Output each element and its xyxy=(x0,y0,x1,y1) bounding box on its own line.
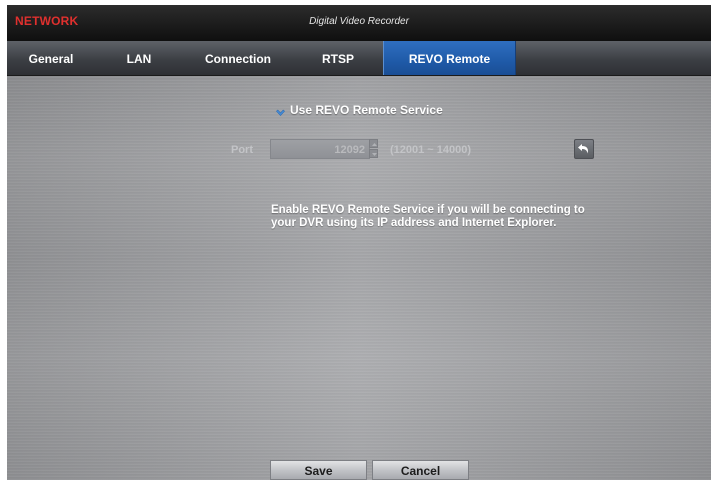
check-icon xyxy=(275,105,286,116)
port-stepper xyxy=(369,139,378,159)
cancel-button[interactable]: Cancel xyxy=(372,460,469,480)
revo-remote-panel: Use REVO Remote Service Port 12092 (1200… xyxy=(7,76,711,480)
tab-lan[interactable]: LAN xyxy=(95,41,183,75)
chevron-up-icon[interactable] xyxy=(369,139,378,148)
panel-texture xyxy=(7,76,711,480)
tab-connection[interactable]: Connection xyxy=(183,41,293,75)
tab-rtsp[interactable]: RTSP xyxy=(293,41,383,75)
port-label: Port xyxy=(231,144,253,156)
use-revo-remote-label: Use REVO Remote Service xyxy=(290,103,443,117)
revo-remote-description: Enable REVO Remote Service if you will b… xyxy=(271,204,585,229)
tab-bar: General LAN Connection RTSP REVO Remote xyxy=(7,41,711,76)
save-button[interactable]: Save xyxy=(270,460,367,480)
dvr-window: NETWORK Digital Video Recorder General L… xyxy=(7,5,711,480)
chevron-down-icon[interactable] xyxy=(369,149,378,158)
port-value: 12092 xyxy=(334,144,365,156)
use-revo-remote-checkbox[interactable]: Use REVO Remote Service xyxy=(275,102,443,118)
tab-revo-remote[interactable]: REVO Remote xyxy=(383,41,516,75)
reset-port-button[interactable] xyxy=(574,139,594,159)
tab-general[interactable]: General xyxy=(7,41,95,75)
port-input[interactable]: 12092 xyxy=(270,139,370,159)
port-range-hint: (12001 ~ 14000) xyxy=(390,144,472,156)
title-bar: NETWORK Digital Video Recorder xyxy=(7,5,711,41)
app-title: Digital Video Recorder xyxy=(309,16,409,27)
